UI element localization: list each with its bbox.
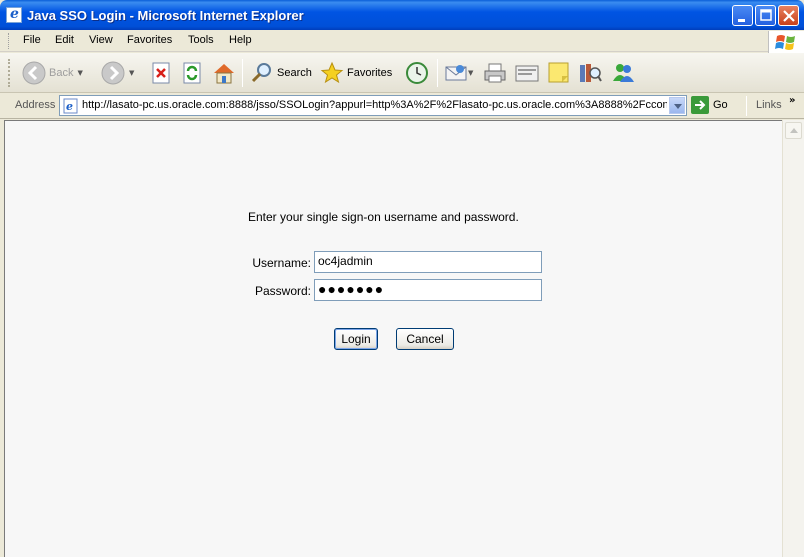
vertical-scrollbar[interactable] [782,120,804,557]
mail-icon [445,65,467,81]
mail-button[interactable]: ▼ [444,61,473,85]
forward-arrow-icon [101,61,125,85]
address-url: http://lasato-pc.us.oracle.com:8888/jsso… [82,99,667,111]
research-books-icon [580,64,602,82]
menu-bar: File Edit View Favorites Tools Help [0,30,804,52]
menu-view[interactable]: View [89,34,113,46]
standard-toolbar: Back ▼ ▼ Search Favorites ▼ [0,53,804,93]
cancel-button[interactable]: Cancel [396,328,454,350]
page-content: Enter your single sign-on username and p… [4,120,782,557]
address-input[interactable]: e http://lasato-pc.us.oracle.com:8888/js… [59,95,687,116]
research-button[interactable] [577,61,603,85]
edit-page-icon [515,65,539,82]
favorites-label: Favorites [347,67,393,79]
page-icon: e [63,98,78,114]
toolbar-separator [437,59,438,87]
maximize-icon [760,9,772,21]
ie-page-icon [6,6,22,23]
forward-button[interactable]: ▼ [101,61,134,85]
window-titlebar[interactable]: Java SSO Login - Microsoft Internet Expl… [0,0,804,30]
search-label: Search [277,67,312,79]
scroll-up-arrow-icon[interactable] [785,122,802,139]
discuss-note-icon [548,62,569,83]
back-label: Back [49,67,74,79]
minimize-button[interactable] [732,5,753,26]
back-dropdown-icon[interactable]: ▼ [77,69,82,77]
messenger-icon [613,64,634,82]
address-bar: Address e http://lasato-pc.us.oracle.com… [0,93,804,119]
menu-tools[interactable]: Tools [188,34,214,46]
close-icon [783,10,795,22]
login-button[interactable]: Login [334,328,378,350]
search-icon [251,63,271,83]
go-arrow-icon [691,96,709,114]
minimize-icon [738,19,745,22]
home-button[interactable] [211,61,237,85]
search-button[interactable]: Search [250,61,312,85]
windows-logo-icon [768,31,804,53]
menu-edit[interactable]: Edit [55,34,74,46]
forward-dropdown-icon[interactable]: ▼ [129,69,134,77]
favorites-button[interactable]: Favorites [320,61,392,85]
links-chevron-icon[interactable]: » [789,95,795,106]
back-arrow-icon [22,61,46,85]
toolbar-grip [8,59,11,87]
password-label: Password: [254,284,311,298]
menu-help[interactable]: Help [229,34,252,46]
refresh-icon [183,62,201,84]
login-prompt: Enter your single sign-on username and p… [248,210,519,224]
go-button[interactable]: Go [691,96,728,114]
history-icon [406,62,428,84]
svg-text:e: e [66,100,73,113]
go-label: Go [713,99,728,111]
links-label[interactable]: Links [756,99,782,111]
stop-button[interactable] [150,61,172,85]
password-input[interactable]: ●●●●●●● [314,279,542,301]
discuss-button[interactable] [547,61,571,85]
username-label: Username: [252,256,311,270]
menu-grip [8,33,11,49]
maximize-button[interactable] [755,5,776,26]
toolbar-separator [242,59,243,87]
menu-favorites[interactable]: Favorites [127,34,172,46]
stop-icon [152,62,170,84]
edit-button[interactable] [514,61,540,85]
refresh-button[interactable] [181,61,203,85]
address-label: Address [15,99,56,111]
username-input[interactable]: oc4jadmin [314,251,542,273]
address-separator [746,96,747,116]
close-button[interactable] [778,5,799,26]
print-button[interactable] [483,61,507,85]
address-dropdown-icon[interactable] [669,97,685,114]
messenger-button[interactable] [610,61,636,85]
back-button[interactable]: Back ▼ [22,61,83,85]
favorites-star-icon [320,61,344,84]
window-title: Java SSO Login - Microsoft Internet Expl… [27,8,304,23]
print-icon [484,63,506,83]
home-icon [214,64,234,84]
menu-file[interactable]: File [23,34,41,46]
history-button[interactable] [405,61,429,85]
mail-dropdown-icon[interactable]: ▼ [468,69,473,77]
